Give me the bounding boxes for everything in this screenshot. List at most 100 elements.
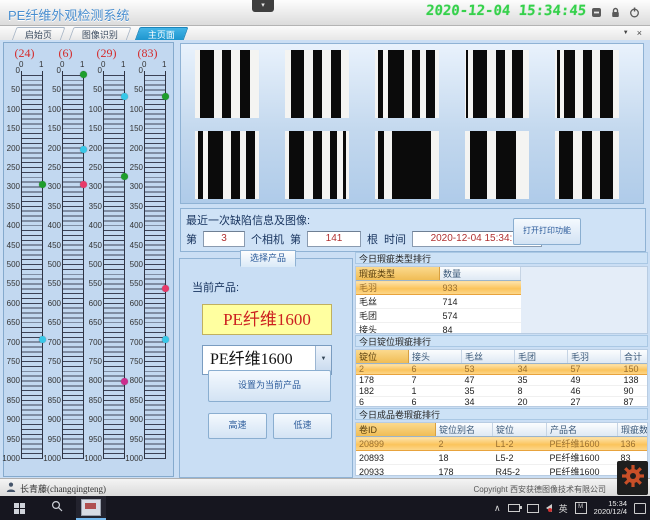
table-cell: 714 [440,295,521,309]
column-header[interactable]: 锭位 [493,423,547,437]
tick-label: 350 [43,203,61,211]
camera-image[interactable] [375,50,439,118]
table-row[interactable]: 毛羽933 [356,281,521,295]
main-content: (24)010501001502002503003504004505005506… [0,40,650,478]
ruler-body: 0501001502002503003504004505005506006507… [86,71,127,459]
table-cell: 7 [409,375,462,386]
volume-icon[interactable] [546,504,552,512]
fiber-bar [198,131,203,199]
language-indicator[interactable]: 英 [559,502,568,515]
root-number-field[interactable]: 141 [307,231,361,247]
tick-label: 950 [2,436,20,444]
camera-image[interactable] [555,50,619,118]
low-speed-button[interactable]: 低速 [273,413,332,439]
table-header-row: 锭位接头毛丝毛团毛羽合计 [356,350,648,364]
tab-start-page[interactable]: 启始页 [11,27,65,41]
column-header[interactable]: 毛羽 [568,350,621,364]
tick-label: 900 [84,416,102,424]
defect-dot [162,336,169,343]
column-header[interactable]: 毛丝 [462,350,515,364]
tab-main-page[interactable]: 主页面 [134,27,188,41]
tick-label: 500 [43,261,61,269]
camera-number-field[interactable]: 3 [203,231,245,247]
table-row[interactable]: 2089318L5-2PE纤维160083 [356,451,648,465]
table-row[interactable]: 20933178R45-2PE纤维160081 [356,465,648,477]
close-icon[interactable]: × [637,28,642,38]
table-row[interactable]: 208992L1-2PE纤维1600136 [356,437,648,451]
table-row[interactable]: 毛团574 [356,309,521,323]
vendor-logo[interactable] [617,461,648,495]
column-header[interactable]: 合计 [621,350,649,364]
column-header[interactable]: 卷ID [356,423,436,437]
table-row[interactable]: 1787473549138 [356,375,648,386]
ruler-defect-count: (24) [4,46,45,60]
table-row[interactable]: 毛丝714 [356,295,521,309]
camera-image[interactable] [285,131,349,199]
tick-label: 850 [2,397,20,405]
camera-image[interactable] [465,50,529,118]
defect-dot [162,93,169,100]
table-cell: 6 [409,364,462,375]
action-center-icon[interactable] [634,503,646,514]
tick-label: 350 [2,203,20,211]
minimize-icon[interactable] [591,7,602,18]
column-header[interactable]: 毛团 [515,350,568,364]
select-product-tab[interactable]: 选择产品 [240,250,296,267]
ruler-defect-count: (29) [86,46,127,60]
table-cell: 毛丝 [356,295,440,309]
defect-type-ranking-title: 今日瑕疵类型排行 [355,252,648,264]
camera-image[interactable] [375,131,439,199]
camera-image[interactable] [195,50,259,118]
open-print-button[interactable]: 打开打印功能 [513,218,581,245]
tab-image-recognition[interactable]: 图像识别 [68,27,131,41]
column-header[interactable]: 锭位别名 [436,423,493,437]
taskbar-search-button[interactable] [38,496,76,520]
battery-icon[interactable] [508,504,520,512]
display-icon[interactable] [527,504,539,513]
start-button[interactable] [0,496,38,520]
column-header[interactable]: 锭位 [356,350,409,364]
combobox-arrow-icon[interactable]: ▼ [315,346,331,372]
tab-strip: 启始页 图像识别 主页面 ▼ × [0,26,650,41]
table-row[interactable]: 6634202787 [356,397,648,408]
tray-expand-icon[interactable]: ∧ [494,503,501,513]
ime-icon[interactable]: M [575,502,587,514]
camera-image[interactable] [555,131,619,199]
table-cell: 1 [409,386,462,397]
clock-date-tray[interactable]: 15:34 2020/12/4 [594,500,627,517]
tick-label: 950 [84,436,102,444]
lock-icon[interactable] [610,7,621,18]
tick-label: 750 [125,358,143,366]
column-header[interactable]: 瑕疵类型 [356,267,440,281]
tick-label: 600 [43,300,61,308]
fiber-bar [466,50,467,118]
tick-label: 50 [43,86,61,94]
column-header[interactable]: 产品名 [547,423,618,437]
table-cell: 6 [409,397,462,408]
tick-label: 500 [125,261,143,269]
chevron-down-icon[interactable]: ▾ [252,0,274,12]
camera-image[interactable] [285,50,349,118]
tick-label: 150 [84,125,102,133]
camera-image[interactable] [465,131,529,199]
table-row[interactable]: 18213584690 [356,386,648,397]
table-row[interactable]: 26533457150 [356,364,648,375]
taskbar-app-button[interactable] [76,496,106,520]
fiber-bar [330,131,338,199]
table-cell: 毛羽 [356,281,440,295]
power-icon[interactable] [629,7,640,18]
tick-label: 900 [2,416,20,424]
column-header[interactable]: 接头 [409,350,462,364]
tick-label: 1000 [84,455,102,463]
column-header[interactable]: 数量 [440,267,521,281]
pin-icon[interactable]: ▼ [623,28,629,38]
roll-ranking-title: 今日成品卷瑕疵排行 [355,408,648,420]
tick-label: 450 [84,242,102,250]
tick-label: 800 [125,377,143,385]
camera-image[interactable] [195,131,259,199]
table-cell: 6 [356,397,409,408]
set-current-product-button[interactable]: 设置为当前产品 [208,370,331,402]
table-row[interactable]: 接头84 [356,323,521,335]
high-speed-button[interactable]: 高速 [208,413,267,439]
column-header[interactable]: 瑕疵数 [618,423,649,437]
